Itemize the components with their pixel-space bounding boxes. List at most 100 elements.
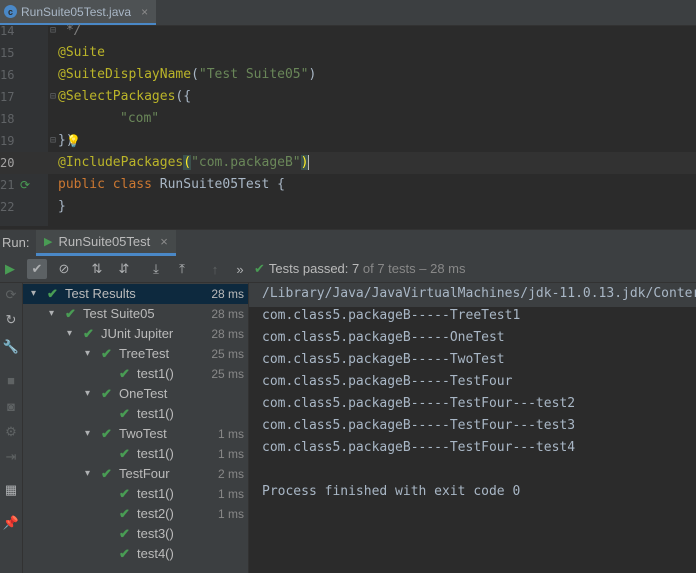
tree-row[interactable]: ▾ ✔ Test Suite05 28 ms (23, 304, 248, 324)
tree-row[interactable]: ▾ ✔ Test Results 28 ms (23, 284, 248, 304)
passed-check-icon: ✔ (119, 446, 130, 461)
run-tab[interactable]: ▶ RunSuite05Test × (36, 230, 176, 256)
string-literal: "com.packageB" (191, 155, 301, 170)
gear-icon[interactable]: ⚙ (1, 422, 21, 442)
up-arrow-icon[interactable]: ↑ (205, 259, 225, 279)
stop-icon[interactable]: ⊘ (54, 259, 74, 279)
java-path: /Library/Java/JavaVirtualMachines/jdk-11… (262, 286, 696, 301)
passed-check-icon: ✔ (83, 326, 94, 341)
passed-check-icon: ✔ (119, 486, 130, 501)
line-number: 15 (0, 46, 15, 60)
line-number: 19 (0, 134, 15, 148)
expand-all-icon[interactable]: ⤓ (146, 259, 166, 279)
sort-duration-icon[interactable]: ⇵ (114, 259, 134, 279)
wrench-icon[interactable]: 🔧 (1, 337, 21, 357)
code-line-18: 18 "com" (0, 108, 696, 130)
tree-row[interactable]: ✔ test2() 1 ms (23, 504, 248, 524)
console-line: com.class5.packageB-----TwoTest (262, 352, 505, 367)
tree-row[interactable]: ✔ test1() 25 ms (23, 364, 248, 384)
close-icon[interactable]: × (141, 5, 148, 19)
line-number: 18 (0, 112, 15, 126)
run-gutter-icon[interactable]: ⟳ (20, 174, 30, 196)
select-packages-annotation: @SelectPackages (58, 89, 176, 104)
editor-tab-label: RunSuite05Test.java (21, 4, 132, 19)
tree-row-duration: 25 ms (211, 347, 244, 361)
tree-row[interactable]: ✔ test1() (23, 404, 248, 424)
code-line-19: 19 ⊟ }) 💡 (0, 130, 696, 152)
run-icon[interactable]: ▶ (0, 259, 20, 279)
tree-row[interactable]: ✔ test4() (23, 544, 248, 564)
tree-row-label: TreeTest (119, 346, 170, 361)
tree-row[interactable]: ▾ ✔ TreeTest 25 ms (23, 344, 248, 364)
paren: ( (183, 155, 192, 170)
chevron-down-icon[interactable]: ▾ (49, 304, 54, 324)
status-rest: of 7 tests – 28 ms (362, 261, 466, 276)
exit-icon[interactable]: ⇥ (1, 447, 21, 467)
run-panel-header: Run: ▶ RunSuite05Test × (0, 229, 696, 257)
code-editor[interactable]: 14 ⊟ */ 15 @Suite 16 @SuiteDisplayName("… (0, 23, 696, 226)
collapse-all-icon[interactable]: ⤒ (172, 259, 192, 279)
code-line-15: 15 @Suite (0, 42, 696, 64)
run-label: Run: (2, 235, 30, 250)
tree-row-label: test1() (137, 366, 174, 381)
console-line: com.class5.packageB-----TreeTest1 (262, 308, 521, 323)
fold-icon[interactable]: ⊟ (50, 130, 56, 152)
chevron-down-icon[interactable]: ▾ (85, 464, 90, 484)
run-side-toolbar: ⟳ ↻ 🔧 ■ ◙ ⚙ ⇥ ▦ 📌 (0, 283, 23, 573)
tree-row-duration: 2 ms (217, 467, 244, 481)
stop-icon[interactable]: ■ (1, 370, 21, 390)
run-tab-label: RunSuite05Test (58, 234, 151, 249)
code-text: @SelectPackages({ (58, 86, 191, 108)
chevron-down-icon[interactable]: ▾ (85, 344, 90, 364)
sort-alpha-icon[interactable]: ⇅ (87, 259, 107, 279)
tree-row[interactable]: ▾ ✔ TestFour 2 ms (23, 464, 248, 484)
status-prefix: Tests passed: (268, 261, 349, 276)
console-output[interactable]: /Library/Java/JavaVirtualMachines/jdk-11… (249, 283, 696, 573)
toggle-auto-test-icon[interactable]: ↻ (1, 310, 21, 330)
layout-icon[interactable]: ▦ (1, 480, 21, 500)
tree-row-duration: 25 ms (211, 367, 244, 381)
fold-icon[interactable]: ⊟ (50, 20, 56, 42)
code-line-16: 16 @SuiteDisplayName("Test Suite05") (0, 64, 696, 86)
keyword: public (58, 177, 105, 192)
tree-row-label: OneTest (119, 386, 168, 401)
tree-row[interactable]: ✔ test3() (23, 524, 248, 544)
chevron-down-icon[interactable]: ▾ (85, 424, 90, 444)
passed-check-icon: ✔ (119, 506, 130, 521)
chevron-down-icon[interactable]: ▾ (85, 384, 90, 404)
brace: ({ (175, 89, 192, 104)
rerun-failed-icon[interactable]: ⟳ (1, 285, 21, 305)
chevron-down-icon[interactable]: ▾ (67, 324, 72, 344)
bulb-icon[interactable]: 💡 (66, 130, 81, 152)
tree-row-duration: 1 ms (217, 487, 244, 501)
passed-check-icon: ✔ (101, 346, 112, 361)
line-number: 14 (0, 24, 15, 38)
line-number: 17 (0, 90, 15, 104)
code-text: @SuiteDisplayName("Test Suite05") (58, 64, 316, 86)
passed-check-icon: ✔ (119, 366, 130, 381)
passed-check-icon: ✔ (101, 466, 112, 481)
java-class-icon: c (4, 5, 17, 18)
tree-row[interactable]: ✔ test1() 1 ms (23, 484, 248, 504)
tree-row[interactable]: ▾ ✔ TwoTest 1 ms (23, 424, 248, 444)
tree-row[interactable]: ▾ ✔ JUnit Jupiter 28 ms (23, 324, 248, 344)
camera-icon[interactable]: ◙ (1, 396, 21, 416)
tree-row[interactable]: ✔ test1() 1 ms (23, 444, 248, 464)
tree-row-label: TwoTest (119, 426, 167, 441)
line-number: 16 (0, 68, 15, 82)
console-line: com.class5.packageB-----TestFour---test3 (262, 418, 576, 433)
show-passed-check-icon[interactable]: ✔ (27, 259, 47, 279)
test-status: ✔ Tests passed: 7 of 7 tests – 28 ms (254, 261, 466, 277)
code-line-17: 17 ⊟ @SelectPackages({ (0, 86, 696, 108)
test-results-tree[interactable]: ▾ ✔ Test Results 28 ms ▾ ✔ Test Suite05 28 ms ▾ ✔… (23, 283, 248, 573)
more-icon[interactable]: » (230, 259, 250, 279)
tree-row[interactable]: ▾ ✔ OneTest (23, 384, 248, 404)
pin-icon[interactable]: 📌 (1, 513, 21, 533)
code-text: public class RunSuite05Test { (58, 174, 285, 196)
fold-icon[interactable]: ⊟ (50, 86, 56, 108)
console-line: com.class5.packageB-----OneTest (262, 330, 505, 345)
code-text: } (58, 199, 66, 214)
close-icon[interactable]: × (160, 234, 168, 249)
chevron-down-icon[interactable]: ▾ (31, 284, 36, 304)
tree-row-duration: 1 ms (217, 447, 244, 461)
